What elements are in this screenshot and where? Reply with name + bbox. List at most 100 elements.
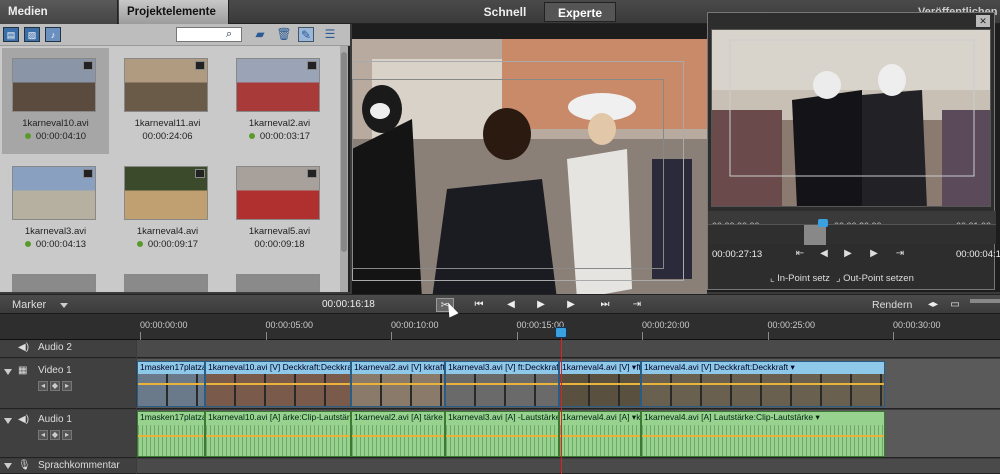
marker-button[interactable]: Marker [2,295,46,315]
audio-clip[interactable]: 1karneval3.avi [A] -Lautstärke ▾ [445,411,559,457]
add-keyframe-icon[interactable]: ◆ [50,381,60,391]
opacity-line[interactable] [642,383,884,385]
search-icon[interactable]: ⌕ [226,27,240,41]
lane-audio1[interactable]: 1masken17platza 1karneval10.avi [A] ärke:… [137,410,1000,458]
zoom-out-icon[interactable]: ▭ [946,298,964,312]
trim-range[interactable] [804,225,826,245]
go-to-end-icon[interactable]: ⏭ [596,298,614,312]
clip-thumbnail[interactable] [124,166,208,220]
render-button[interactable]: Rendern [872,295,912,315]
project-item[interactable]: 1karneval10.avi 00:00:04:10 [2,48,109,154]
clip-thumbnail[interactable] [124,274,208,292]
step-back-icon[interactable]: ⇤ [794,247,806,261]
opacity-line[interactable] [560,383,640,385]
audio-clip[interactable]: 1karneval10.avi [A] ärke:Clip-Lautstärke… [205,411,351,457]
audio-clip[interactable]: 1karneval4.avi [A] Lautstärke:Clip-Lauts… [641,411,885,457]
opacity-line[interactable] [446,383,558,385]
collapse-video1-icon[interactable] [4,369,12,375]
image-view-icon[interactable]: ▨ [24,27,40,42]
video-clip[interactable]: 1masken17platza [137,361,205,407]
prev-frame-icon[interactable]: ◀ [818,247,830,261]
mode-expert-tab[interactable]: Experte [544,2,616,22]
project-item[interactable] [226,264,333,292]
clip-thumbnail[interactable] [236,166,320,220]
playhead-line[interactable] [561,327,562,474]
clip-thumbnail[interactable] [12,58,96,112]
lane-audio2[interactable] [137,340,1000,358]
audio-clip[interactable]: 1karneval4.avi [A] ▾ke ▾ [559,411,641,457]
prev-keyframe-icon[interactable]: ◂ [38,430,48,440]
project-item[interactable]: 1karneval5.avi 00:00:09:18 [226,156,333,262]
audio-clip[interactable]: 1masken17platza [137,411,205,457]
step-forward-icon[interactable]: ⇥ [894,247,906,261]
project-item[interactable] [114,264,221,292]
video-clip[interactable]: 1karneval3.avi [V] ft:Deckkraft ▾ [445,361,559,407]
project-assets-panel: ▤ ▨ ♪ ⌕ ▰ 🗑 ✎ ☰ 1karneval10.avi 00:00:04:… [0,24,350,292]
video-clip[interactable]: 1karneval4.avi [V] Deckkraft:Deckkraft ▾ [641,361,885,407]
lane-narration[interactable] [137,459,1000,474]
next-keyframe-icon[interactable]: ▸ [62,430,72,440]
project-item[interactable]: 1karneval2.avi 00:00:03:17 [226,48,333,154]
audio-view-icon[interactable]: ♪ [45,27,61,42]
audio-clip[interactable]: 1karneval2.avi [A] tärke ▾ [351,411,445,457]
film-view-icon[interactable]: ▤ [3,27,19,42]
set-in-point-button[interactable]: ⌞ In-Point setz [770,273,830,284]
project-item[interactable]: 1karneval3.avi 00:00:04:13 [2,156,109,262]
prev-keyframe-icon[interactable]: ◂ [38,381,48,391]
new-folder-icon[interactable]: ▰ [252,27,268,42]
play-icon[interactable]: ▶ [842,247,854,261]
play-button-icon[interactable]: ▶ [532,298,550,312]
timeline-timecode[interactable]: 00:00:16:18 [322,295,375,315]
video-clip[interactable]: 1karneval2.avi [V] kkraft ▾ [351,361,445,407]
zoom-fit-icon[interactable]: ◂▸ [924,298,942,312]
go-to-start-icon[interactable]: ⏮ [470,298,488,312]
project-item[interactable]: 1karneval11.avi 00:00:24:06 [114,48,221,154]
clip-name: 1karneval4.avi [136,226,199,237]
project-assets-button[interactable]: Projektelemente [119,0,229,39]
opacity-line[interactable] [206,383,350,385]
next-frame-icon[interactable]: ▶ [562,298,580,312]
chevron-down-icon[interactable] [60,303,68,308]
lane-video1[interactable]: 1masken17platza 1karneval10.avi [V] Deckk… [137,359,1000,409]
pin-icon[interactable]: ✎ [298,27,314,42]
trim-playhead[interactable] [818,219,828,227]
project-item[interactable]: 1karneval4.avi 00:00:09:17 [114,156,221,262]
add-keyframe-icon[interactable]: ◆ [50,430,60,440]
opacity-line[interactable] [138,383,204,385]
mode-quick-tab[interactable]: Schnell [468,0,542,24]
audio1-keyframe-controls[interactable]: ◂ ◆ ▸ [38,430,74,440]
video-clip[interactable]: 1karneval4.avi [V] ▾ft ▾ [559,361,641,407]
clip-thumbnail[interactable] [236,274,320,292]
collapse-audio1-icon[interactable] [4,418,12,424]
trim-scrub-bar[interactable] [708,219,996,245]
video-clip[interactable]: 1karneval10.avi [V] Deckkraft:Deckkraft … [205,361,351,407]
video1-keyframe-controls[interactable]: ◂ ◆ ▸ [38,381,74,391]
opacity-line[interactable] [352,383,444,385]
next-keyframe-icon[interactable]: ▸ [62,381,72,391]
zoom-slider[interactable] [970,299,1000,303]
volume-line[interactable] [446,435,558,437]
trim-timecode[interactable]: 00:00:27:13 [712,249,762,260]
project-item[interactable] [2,264,109,292]
clip-thumbnail[interactable] [12,274,96,292]
volume-line[interactable] [560,435,640,437]
volume-line[interactable] [642,435,884,437]
close-icon[interactable]: ✕ [976,15,990,27]
volume-line[interactable] [206,435,350,437]
add-media-button[interactable]: Medien hinzufügen [0,0,118,42]
loop-icon[interactable]: ⇥ [628,298,646,312]
project-scrollbar-thumb[interactable] [341,52,347,252]
timeline-ruler[interactable]: 00:00:00:00 00:00:05:00 00:00:10:00 00:00:1… [0,314,1000,340]
set-out-point-button[interactable]: ⌟ Out-Point setzen [836,273,914,284]
trash-icon[interactable]: 🗑 [276,27,292,42]
next-frame-icon[interactable]: ▶ [868,247,880,261]
volume-line[interactable] [352,435,444,437]
panel-menu-icon[interactable]: ☰ [322,27,338,42]
clip-thumbnail[interactable] [236,58,320,112]
clip-thumbnail[interactable] [12,166,96,220]
prev-frame-icon[interactable]: ◀ [502,298,520,312]
clip-thumbnail[interactable] [124,58,208,112]
collapse-narration-icon[interactable] [4,463,12,469]
playhead-handle[interactable] [555,327,567,338]
volume-line[interactable] [138,435,204,437]
